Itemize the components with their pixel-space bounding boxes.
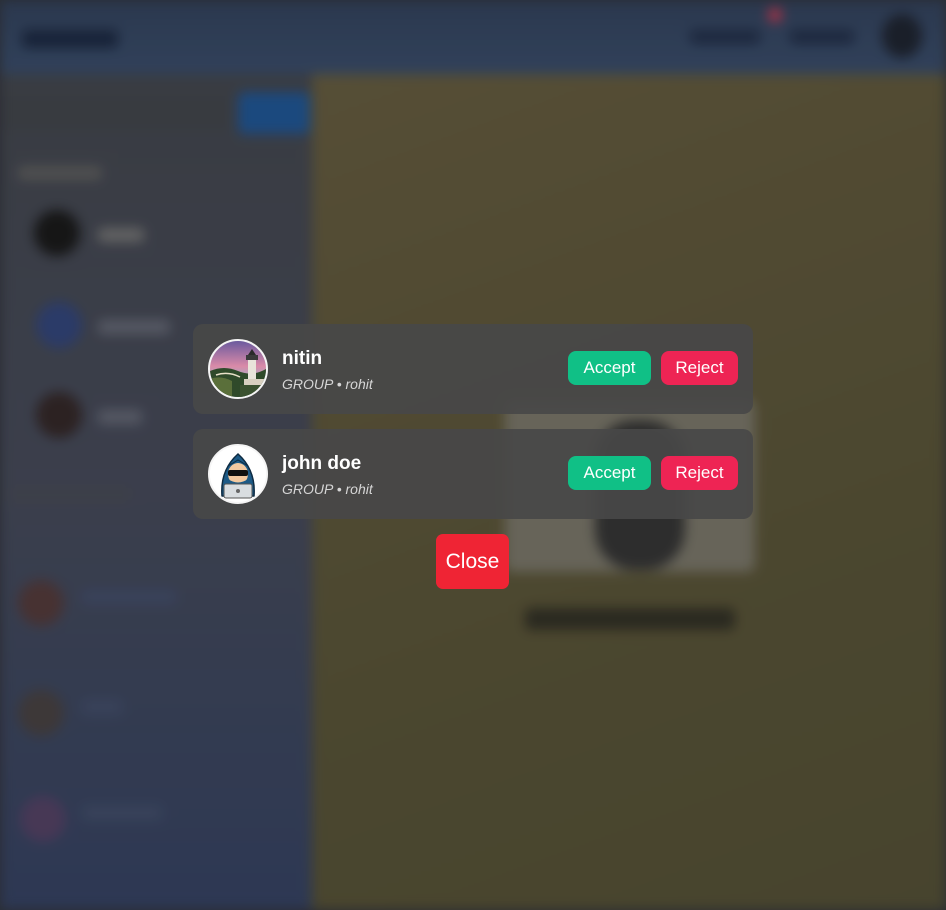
- close-button[interactable]: Close: [436, 534, 509, 589]
- request-group: rohit: [345, 376, 373, 392]
- meta-separator: •: [336, 376, 342, 392]
- request-type: GROUP: [282, 481, 333, 497]
- hooded-hacker-icon: [210, 446, 266, 502]
- request-card: nitin GROUP • rohit Accept Reject: [193, 324, 753, 414]
- reject-button[interactable]: Reject: [661, 456, 738, 490]
- lighthouse-photo-icon: [210, 341, 266, 397]
- request-card: john doe GROUP • rohit Accept Reject: [193, 429, 753, 519]
- accept-button[interactable]: Accept: [568, 351, 651, 385]
- accept-button[interactable]: Accept: [568, 456, 651, 490]
- request-group: rohit: [345, 481, 373, 497]
- request-meta: GROUP • rohit: [282, 481, 373, 497]
- requester-name: nitin: [282, 348, 323, 369]
- request-type: GROUP: [282, 376, 333, 392]
- meta-separator: •: [336, 481, 342, 497]
- request-meta: GROUP • rohit: [282, 376, 373, 392]
- requester-avatar: [208, 339, 268, 399]
- reject-button[interactable]: Reject: [661, 351, 738, 385]
- requester-name: john doe: [282, 453, 362, 474]
- requester-avatar: [208, 444, 268, 504]
